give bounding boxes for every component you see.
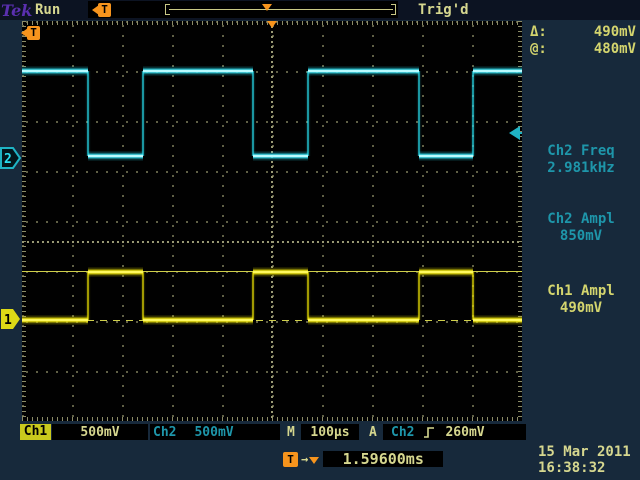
trigger-level-arrow-icon xyxy=(509,126,520,140)
measurement-label: Ch1 Ampl xyxy=(524,283,638,300)
record-trigger-position-icon xyxy=(262,4,272,11)
trigger-position-icon xyxy=(267,21,277,28)
record-view-bar: T xyxy=(88,1,398,18)
ch2-label: Ch2 xyxy=(153,425,176,440)
trigger-t-glyph: T xyxy=(98,3,111,17)
delay-trigger-offscreen-icon: T xyxy=(21,26,40,40)
trigger-system-label: A xyxy=(369,425,377,440)
measurement-label: Ch2 Ampl xyxy=(524,211,638,228)
record-length-line xyxy=(169,9,393,10)
timebase-readout: 100µs xyxy=(301,424,359,440)
ch1-ampl-measurement: Ch1 Ampl 490mV xyxy=(524,283,638,317)
right-arrow-icon: → xyxy=(301,452,308,466)
oscilloscope-screen: Tek Run T Trig'd T xyxy=(0,0,640,480)
svg-text:2: 2 xyxy=(4,152,12,167)
trigger-offscreen-icon: T xyxy=(92,3,111,17)
ch1-ground-marker: 1 xyxy=(0,308,22,330)
ch2-ampl-measurement: Ch2 Ampl 850mV xyxy=(524,211,638,245)
ch1-scale-readout: 500mV xyxy=(52,424,148,440)
ch1-badge: Ch1 xyxy=(20,424,51,440)
cursor-at-label: @: xyxy=(530,41,547,57)
record-right-bracket-icon xyxy=(391,4,396,15)
status-bar: Ch1 500mV Ch2 500mV M 100µs A Ch2 260mV xyxy=(0,423,640,441)
waveform-plot xyxy=(22,21,522,421)
main-timebase-label: M xyxy=(287,425,295,440)
date-text: 15 Mar 2011 xyxy=(538,444,631,460)
measurement-value: 2.981kHz xyxy=(524,160,638,177)
down-triangle-icon xyxy=(309,457,319,464)
tek-logo: Tek xyxy=(1,1,32,20)
measurement-label: Ch2 Freq xyxy=(524,143,638,160)
trigger-level-arrow-tail xyxy=(520,132,522,134)
cursor-delta-readout: Δ: 490mV xyxy=(530,24,636,40)
delay-time-readout: T → 1.59600ms xyxy=(283,451,443,467)
ch2-ground-marker: 2 xyxy=(0,147,22,169)
acquisition-status: Run xyxy=(35,2,60,18)
graticule xyxy=(22,21,522,421)
measurement-value: 850mV xyxy=(524,228,638,245)
trigger-status: Trig'd xyxy=(418,2,469,18)
cursor-at-value: 480mV xyxy=(594,41,636,57)
trigger-source: Ch2 xyxy=(391,425,414,440)
ch1-scale-value: 500mV xyxy=(80,425,119,440)
datetime-block: 15 Mar 2011 16:38:32 xyxy=(538,444,631,476)
ch2-scale-value: 500mV xyxy=(194,425,233,440)
trigger-t-glyph: T xyxy=(27,26,40,40)
delay-t-icon: T xyxy=(283,452,298,467)
header-bar: Tek Run T Trig'd xyxy=(0,0,640,20)
trigger-readout: Ch2 260mV xyxy=(383,424,526,440)
time-text: 16:38:32 xyxy=(538,460,631,476)
ch2-scale-readout: Ch2 500mV xyxy=(150,424,280,440)
timebase-value: 100µs xyxy=(310,425,349,440)
rising-edge-icon xyxy=(423,426,436,439)
delay-time-value: 1.59600ms xyxy=(323,451,443,467)
cursor-delta-label: Δ: xyxy=(530,24,547,40)
cursor-delta-value: 490mV xyxy=(594,24,636,40)
svg-text:1: 1 xyxy=(4,313,12,328)
trigger-level-value: 260mV xyxy=(445,425,484,440)
ch2-freq-measurement: Ch2 Freq 2.981kHz xyxy=(524,143,638,177)
cursor-at-readout: @: 480mV xyxy=(530,41,636,57)
measurement-value: 490mV xyxy=(524,300,638,317)
